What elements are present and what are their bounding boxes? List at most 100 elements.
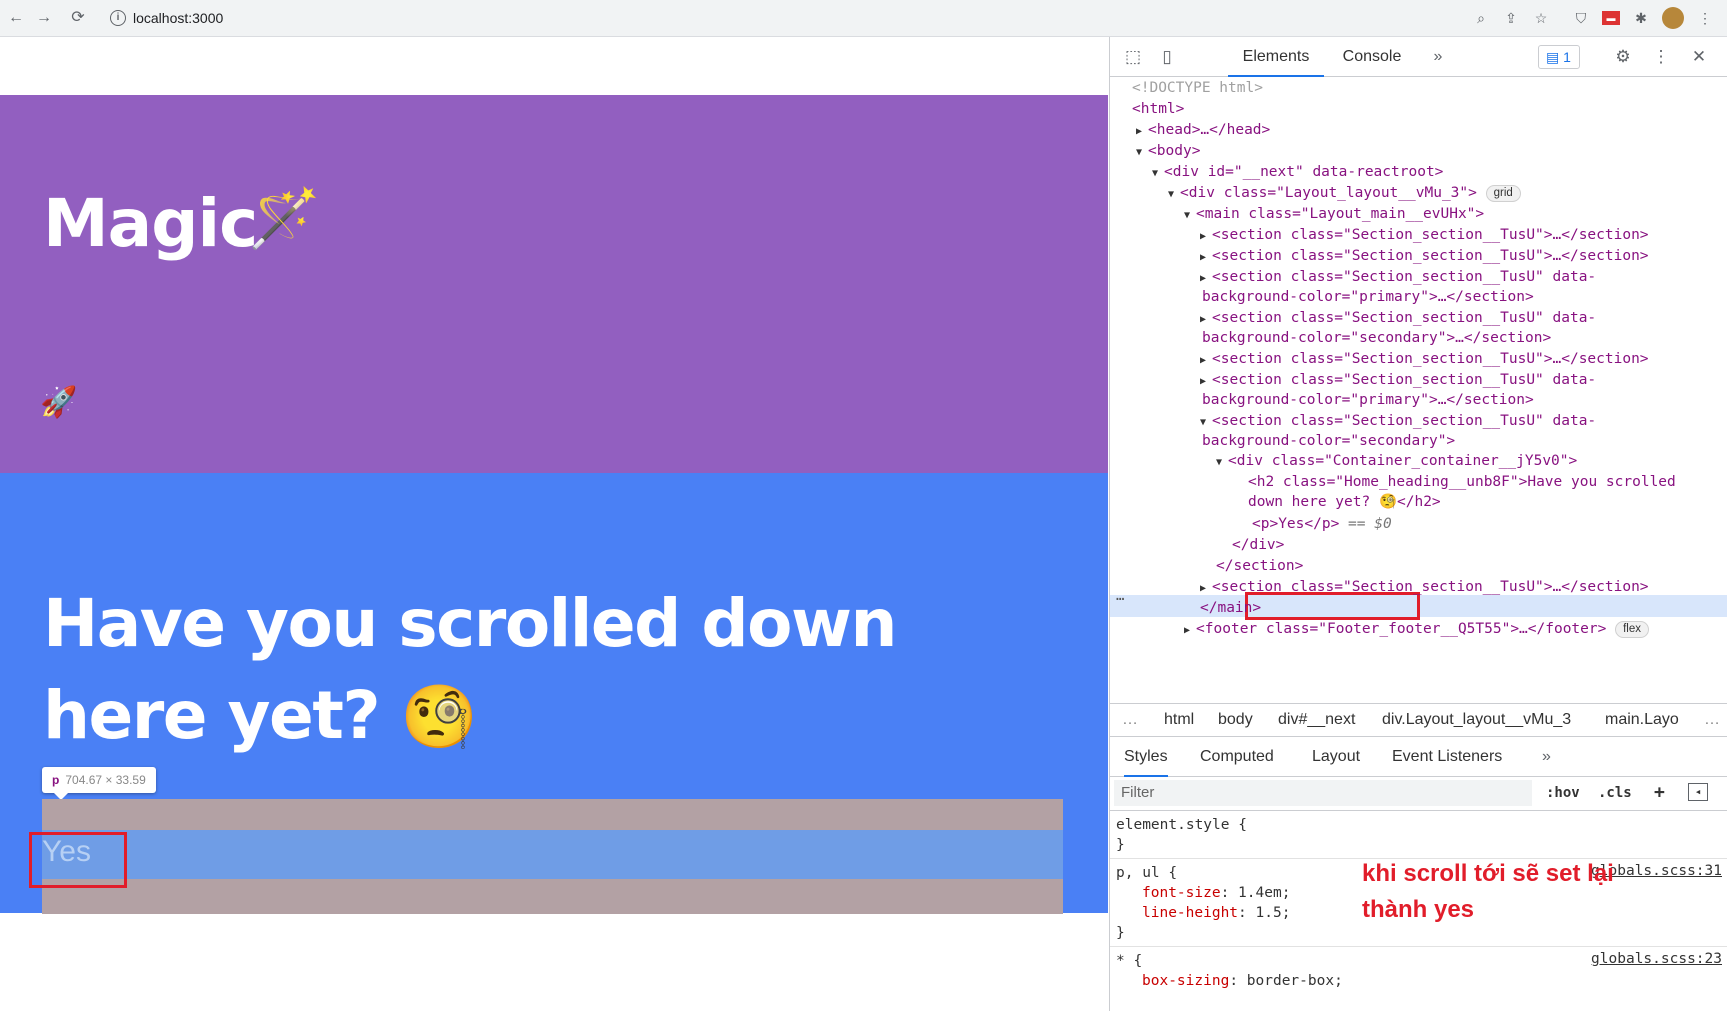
decl-box-sizing[interactable]: box-sizing: border-box;	[1142, 971, 1343, 991]
rule-close: }	[1116, 837, 1125, 853]
extensions-puzzle-icon[interactable]: ✱	[1632, 9, 1650, 27]
collapse-triangle-icon[interactable]: ▼	[1168, 189, 1180, 200]
tab-computed[interactable]: Computed	[1200, 737, 1274, 777]
dom-section-3[interactable]: ▶ <section class="Section_section__TusU"…	[1200, 266, 1596, 288]
dom-div-layout[interactable]: ▼ <div class="Layout_layout__vMu_3"> gri…	[1168, 182, 1521, 204]
rule-universal[interactable]: * {	[1116, 951, 1142, 971]
expand-triangle-icon[interactable]: ▶	[1200, 314, 1212, 325]
rule-element-style[interactable]: element.style {	[1116, 815, 1247, 835]
expand-triangle-icon[interactable]: ▶	[1200, 583, 1212, 594]
dom-footer[interactable]: ▶ <footer class="Footer_footer__Q5T55">……	[1184, 618, 1649, 640]
url-text[interactable]: localhost:3000	[133, 10, 223, 26]
expand-triangle-icon[interactable]: ▶	[1200, 273, 1212, 284]
devtools-toolbar: ⬚ ▯ Elements Console » ▤ 1 ⚙ ⋮ ✕	[1110, 37, 1727, 77]
settings-gear-icon[interactable]: ⚙	[1612, 46, 1634, 68]
row-ellipsis[interactable]: …	[1116, 588, 1124, 604]
decl-font-size[interactable]: font-size: 1.4em;	[1142, 883, 1290, 903]
collapse-triangle-icon[interactable]: ▼	[1152, 168, 1164, 179]
collapse-triangle-icon[interactable]: ▼	[1216, 457, 1228, 468]
rule-p-ul[interactable]: p, ul {	[1116, 863, 1177, 883]
profile-avatar[interactable]	[1662, 7, 1684, 29]
dom-section-close[interactable]: </section>	[1216, 555, 1303, 577]
dom-main-close[interactable]: </main>	[1200, 597, 1261, 619]
red-extension-icon[interactable]: ▬	[1602, 11, 1620, 25]
inspect-element-icon[interactable]: ⬚	[1122, 46, 1144, 68]
dom-head[interactable]: ▶ <head>…</head>	[1136, 119, 1270, 141]
devtools-menu-icon[interactable]: ⋮	[1650, 46, 1672, 68]
reload-icon[interactable]: ⟳	[68, 8, 88, 28]
expand-triangle-icon[interactable]: ▶	[1200, 231, 1212, 242]
share-icon[interactable]: ⇪	[1502, 9, 1520, 27]
expand-triangle-icon[interactable]: ▶	[1136, 126, 1148, 137]
issues-badge[interactable]: ▤ 1	[1538, 45, 1580, 69]
tab-layout[interactable]: Layout	[1312, 737, 1360, 777]
tab-console[interactable]: Console	[1332, 37, 1412, 77]
expand-triangle-icon[interactable]: ▶	[1200, 376, 1212, 387]
cls-toggle[interactable]: .cls	[1598, 785, 1632, 801]
dom-tree: <!DOCTYPE html> <html> ▶ <head>…</head> …	[1110, 77, 1727, 737]
rule-source-link[interactable]: globals.scss:23	[1591, 951, 1722, 967]
dom-section-4[interactable]: ▶ <section class="Section_section__TusU"…	[1200, 307, 1596, 329]
tab-event-listeners[interactable]: Event Listeners	[1392, 737, 1502, 777]
address-bar[interactable]: i localhost:3000	[100, 5, 1500, 32]
dom-section-2[interactable]: ▶ <section class="Section_section__TusU"…	[1200, 245, 1649, 267]
shield-extension-icon[interactable]: ⛉	[1572, 9, 1590, 27]
more-tabs-icon[interactable]: »	[1426, 37, 1450, 77]
breadcrumb-html[interactable]: html	[1164, 711, 1194, 729]
tab-elements[interactable]: Elements	[1228, 37, 1324, 77]
dom-section-6[interactable]: ▶ <section class="Section_section__TusU"…	[1200, 369, 1596, 391]
forward-icon[interactable]: →	[34, 8, 54, 28]
dom-section-5[interactable]: ▶ <section class="Section_section__TusU"…	[1200, 348, 1649, 370]
dom-h2[interactable]: <h2 class="Home_heading__unb8F">Have you…	[1248, 471, 1676, 493]
new-rule-plus-icon[interactable]: +	[1654, 782, 1665, 803]
expand-triangle-icon[interactable]: ▶	[1200, 355, 1212, 366]
more-styles-tabs-icon[interactable]: »	[1542, 737, 1551, 777]
back-icon[interactable]: ←	[6, 8, 26, 28]
dom-section-7-cont[interactable]: background-color="secondary">	[1202, 430, 1455, 452]
site-info-icon[interactable]: i	[110, 10, 126, 26]
dom-section-6-cont[interactable]: background-color="primary">…</section>	[1202, 389, 1534, 411]
device-toggle-icon[interactable]: ▯	[1156, 46, 1178, 68]
breadcrumb-main[interactable]: main.Layo	[1605, 711, 1679, 729]
hov-toggle[interactable]: :hov	[1546, 785, 1580, 801]
styles-filter-input[interactable]: Filter	[1114, 780, 1532, 806]
grid-badge[interactable]: grid	[1485, 184, 1521, 202]
collapse-triangle-icon[interactable]: ▼	[1136, 147, 1148, 158]
devtools-panel: ⬚ ▯ Elements Console » ▤ 1 ⚙ ⋮ ✕ <!DOCTY…	[1109, 37, 1727, 1011]
collapse-triangle-icon[interactable]: ▼	[1184, 210, 1196, 221]
dom-div-next[interactable]: ▼ <div id="__next" data-reactroot>	[1152, 161, 1443, 183]
dom-section-1[interactable]: ▶ <section class="Section_section__TusU"…	[1200, 224, 1649, 246]
bookmark-star-icon[interactable]: ☆	[1532, 9, 1550, 27]
decl-line-height[interactable]: line-height: 1.5;	[1142, 903, 1290, 923]
expand-triangle-icon[interactable]: ▶	[1200, 252, 1212, 263]
breadcrumb-overflow[interactable]: …	[1704, 711, 1720, 729]
zoom-icon[interactable]: ⌕	[1472, 9, 1490, 27]
breadcrumb-ellipsis[interactable]: …	[1122, 711, 1138, 729]
breadcrumb-div-next[interactable]: div#__next	[1278, 711, 1355, 729]
toggle-sidebar-icon[interactable]: ◂	[1688, 783, 1708, 801]
dom-html[interactable]: <html>	[1132, 98, 1184, 120]
dom-div-container[interactable]: ▼ <div class="Container_container__jY5v0…	[1216, 450, 1577, 472]
close-devtools-icon[interactable]: ✕	[1688, 46, 1710, 68]
dom-section-3-cont[interactable]: background-color="primary">…</section>	[1202, 286, 1534, 308]
breadcrumb-div-layout[interactable]: div.Layout_layout__vMu_3	[1382, 711, 1571, 729]
dom-div-close[interactable]: </div>	[1232, 534, 1284, 556]
styles-pane: element.style { } p, ul { globals.scss:3…	[1110, 811, 1727, 1011]
rocket-icon: 🚀	[40, 386, 78, 419]
expand-triangle-icon[interactable]: ▶	[1184, 625, 1196, 636]
dom-h2-cont[interactable]: down here yet? 🧐</h2>	[1248, 491, 1441, 513]
breadcrumb-body[interactable]: body	[1218, 711, 1253, 729]
collapse-triangle-icon[interactable]: ▼	[1200, 417, 1212, 428]
dom-p-selected[interactable]: <p>Yes</p> == $0	[1252, 513, 1392, 535]
dom-doctype[interactable]: <!DOCTYPE html>	[1132, 77, 1263, 99]
dom-body[interactable]: ▼ <body>	[1136, 140, 1200, 162]
flex-badge[interactable]: flex	[1615, 620, 1649, 638]
dom-section-4-cont[interactable]: background-color="secondary">…</section>	[1202, 327, 1551, 349]
element-content-highlight[interactable]	[42, 830, 1063, 879]
tooltip-tag: p	[52, 773, 60, 787]
dom-section-7[interactable]: ▼ <section class="Section_section__TusU"…	[1200, 410, 1596, 432]
menu-kebab-icon[interactable]: ⋮	[1696, 9, 1714, 27]
dom-section-8[interactable]: ▶ <section class="Section_section__TusU"…	[1200, 576, 1649, 598]
dom-main[interactable]: ▼ <main class="Layout_main__evUHx">	[1184, 203, 1484, 225]
tab-styles[interactable]: Styles	[1124, 737, 1168, 777]
